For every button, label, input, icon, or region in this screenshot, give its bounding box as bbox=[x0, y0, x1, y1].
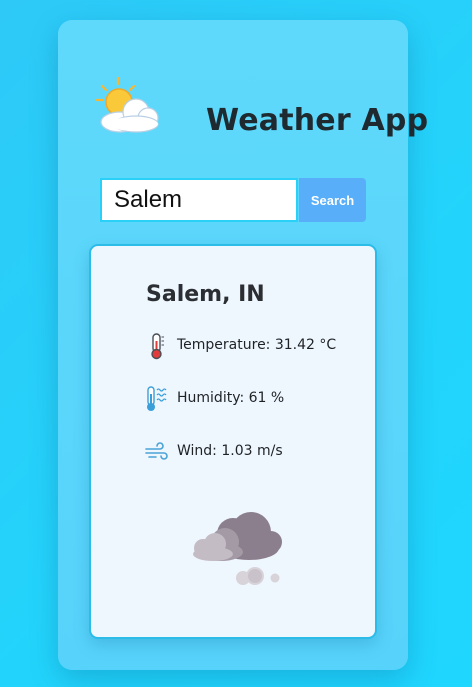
app-header: Weather App bbox=[96, 76, 428, 156]
sun-behind-cloud-icon bbox=[96, 76, 159, 133]
wind-row: Wind: 1.03 m/s bbox=[145, 438, 375, 466]
search-button[interactable]: Search bbox=[299, 178, 366, 222]
humidity-row: Humidity: 61 % bbox=[145, 385, 375, 413]
thermometer-icon bbox=[151, 333, 164, 360]
city-search-input[interactable] bbox=[100, 178, 298, 222]
wind-icon bbox=[145, 442, 168, 460]
wind-text: Wind: 1.03 m/s bbox=[177, 443, 283, 459]
weather-app-panel: Weather App Search Salem, IN Temperature… bbox=[58, 20, 428, 670]
city-name: Salem, IN bbox=[146, 282, 265, 307]
temperature-row: Temperature: 31.42 °C bbox=[145, 332, 375, 360]
humidity-icon bbox=[147, 386, 167, 411]
temperature-text: Temperature: 31.42 °C bbox=[177, 337, 337, 353]
humidity-text: Humidity: 61 % bbox=[177, 390, 285, 406]
weather-result-card: Salem, IN Temperature: 31.42 °C Humidity… bbox=[89, 244, 377, 639]
app-title: Weather App bbox=[206, 103, 429, 138]
cloudy-rain-clouds-icon bbox=[193, 512, 282, 585]
